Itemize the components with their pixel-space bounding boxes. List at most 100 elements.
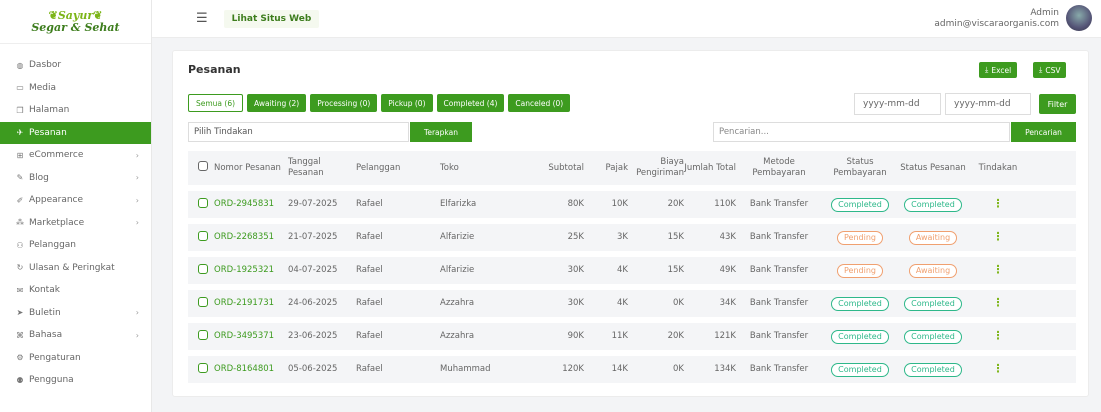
- page-title: Pesanan: [188, 63, 241, 76]
- cart-icon: ⊞: [16, 150, 24, 160]
- filter-tab-pickup[interactable]: Pickup (0): [381, 94, 433, 112]
- cell-customer: Rafael: [356, 364, 383, 374]
- sidebar-item-buletin[interactable]: ➤ Buletin ›: [0, 302, 151, 325]
- more-actions-icon[interactable]: ⋮: [993, 362, 1004, 375]
- chevron-right-icon: ›: [135, 218, 139, 228]
- cell-date: 29-07-2025: [288, 199, 338, 209]
- status-badge: Completed: [831, 197, 889, 212]
- sidebar-item-pelanggan[interactable]: ⚇ Pelanggan: [0, 234, 151, 257]
- sidebar-item-label: Pesanan: [29, 127, 67, 138]
- refresh-icon: ↻: [16, 263, 24, 273]
- brand-logo[interactable]: ❦Sayur❦ Segar & Sehat: [0, 0, 151, 44]
- sidebar-item-bahasa[interactable]: ⌘ Bahasa ›: [0, 324, 151, 347]
- sidebar-item-pesanan[interactable]: ✈ Pesanan: [0, 121, 151, 144]
- status-badge: Pending: [837, 263, 883, 278]
- filter-button[interactable]: Filter: [1039, 94, 1076, 114]
- column-header: Pajak: [605, 162, 628, 173]
- row-checkbox[interactable]: [198, 197, 208, 208]
- filter-tab-processing[interactable]: Processing (0): [310, 94, 378, 112]
- sidebar-item-label: Pengaturan: [29, 352, 81, 363]
- sidebar-item-appearance[interactable]: ✐ Appearance ›: [0, 189, 151, 212]
- cell-subtotal: 25K: [567, 232, 584, 242]
- send-icon: ✈: [16, 128, 24, 138]
- cell-method: Bank Transfer: [749, 298, 809, 308]
- hamburger-menu-icon[interactable]: ☰: [196, 11, 208, 26]
- sidebar-item-label: Media: [29, 82, 57, 93]
- filter-tab-canceled[interactable]: Canceled (0): [508, 94, 571, 112]
- cell-shipping: 15K: [667, 232, 684, 242]
- row-checkbox[interactable]: [198, 263, 208, 274]
- order-number-link[interactable]: ORD-3495371: [210, 331, 284, 342]
- cell-date: 05-06-2025: [288, 364, 338, 374]
- cell-pay-status: Completed: [822, 362, 898, 377]
- cell-date: 04-07-2025: [288, 265, 338, 275]
- admin-name: Admin: [1030, 8, 1059, 18]
- sidebar-item-dasbor[interactable]: ◍ Dasbor: [0, 54, 151, 77]
- sidebar-item-marketplace[interactable]: ⁂ Marketplace ›: [0, 212, 151, 235]
- cell-subtotal: 90K: [567, 331, 584, 341]
- column-header: Status Pesanan: [900, 162, 966, 173]
- sidebar-item-blog[interactable]: ✎ Blog ›: [0, 167, 151, 190]
- sidebar-item-media[interactable]: ▭ Media: [0, 77, 151, 100]
- user-group-icon: ⚉: [16, 375, 24, 385]
- order-number-link[interactable]: ORD-1925321: [210, 265, 284, 276]
- apply-button[interactable]: Terapkan: [410, 122, 472, 142]
- filter-tab-semua[interactable]: Semua (6): [188, 94, 244, 112]
- sidebar-item-label: eCommerce: [29, 150, 84, 161]
- sidebar-item-halaman[interactable]: ❐ Halaman: [0, 99, 151, 122]
- more-actions-icon[interactable]: ⋮: [993, 197, 1004, 210]
- sidebar-item-kontak[interactable]: ✉ Kontak: [0, 279, 151, 302]
- order-number-link[interactable]: ORD-2268351: [210, 232, 284, 243]
- export-csv-button[interactable]: ⤓ CSV: [1033, 62, 1067, 78]
- sidebar-item-ecommerce[interactable]: ⊞ eCommerce ›: [0, 144, 151, 167]
- order-number-link[interactable]: ORD-2945831: [210, 199, 284, 210]
- more-actions-icon[interactable]: ⋮: [993, 296, 1004, 309]
- status-badge: Completed: [904, 329, 962, 344]
- order-number-link[interactable]: ORD-2191731: [210, 298, 284, 309]
- select-all-checkbox[interactable]: [198, 161, 208, 171]
- cell-store: Elfarizka: [440, 199, 477, 209]
- row-checkbox[interactable]: [198, 362, 208, 373]
- status-badge: Completed: [904, 362, 962, 377]
- cell-store: Azzahra: [440, 331, 475, 341]
- admin-info[interactable]: Admin admin@viscaraorganis.com: [934, 8, 1059, 29]
- row-checkbox[interactable]: [198, 329, 208, 340]
- avatar[interactable]: [1066, 5, 1092, 31]
- order-number-link[interactable]: ORD-8164801: [210, 364, 284, 375]
- export-excel-button[interactable]: ⤓ Excel: [979, 62, 1018, 78]
- table-row: ORD-3495371 23-06-2025 Rafael Azzahra 90K 11K…: [188, 323, 1076, 350]
- more-actions-icon[interactable]: ⋮: [993, 263, 1004, 276]
- bulk-action-select[interactable]: Pilih Tindakan: [188, 122, 409, 142]
- filter-tab-completed[interactable]: Completed (4): [436, 94, 505, 112]
- row-checkbox[interactable]: [198, 296, 208, 307]
- chevron-right-icon: ›: [135, 308, 139, 318]
- sidebar-item-ulasan-peringkat[interactable]: ↻ Ulasan & Peringkat: [0, 257, 151, 280]
- column-header: Jumlah Total: [684, 162, 736, 173]
- sidebar-item-pengaturan[interactable]: ⚙ Pengaturan: [0, 347, 151, 370]
- sidebar-item-label: Kontak: [29, 285, 60, 296]
- row-select-cell: [188, 263, 210, 278]
- search-input[interactable]: Pencarian...: [713, 122, 1010, 142]
- date-to-input[interactable]: yyyy-mm-dd: [945, 93, 1031, 115]
- date-from-input[interactable]: yyyy-mm-dd: [854, 93, 941, 115]
- cell-method: Bank Transfer: [749, 265, 809, 275]
- cell-total: 110K: [714, 199, 736, 209]
- sidebar-item-label: Blog: [29, 172, 49, 183]
- more-actions-icon[interactable]: ⋮: [993, 230, 1004, 243]
- search-button[interactable]: Pencarian: [1011, 122, 1076, 142]
- view-site-link[interactable]: Lihat Situs Web: [223, 9, 320, 28]
- row-select-cell: [188, 197, 210, 212]
- cell-method: Bank Transfer: [749, 232, 809, 242]
- filter-tab-awaiting[interactable]: Awaiting (2): [247, 94, 307, 112]
- sidebar-item-pengguna[interactable]: ⚉ Pengguna: [0, 369, 151, 392]
- status-badge: Pending: [837, 230, 883, 245]
- column-header: Subtotal: [548, 162, 584, 173]
- table-row: ORD-8164801 05-06-2025 Rafael Muhammad 120K 1…: [188, 356, 1076, 383]
- cell-actions: ⋮: [968, 297, 1028, 310]
- cell-customer: Rafael: [356, 265, 383, 275]
- sidebar-item-label: Bahasa: [29, 330, 63, 341]
- column-header: Nomor Pesanan: [214, 162, 281, 173]
- settings-icon: ⚙: [16, 353, 24, 363]
- row-checkbox[interactable]: [198, 230, 208, 241]
- more-actions-icon[interactable]: ⋮: [993, 329, 1004, 342]
